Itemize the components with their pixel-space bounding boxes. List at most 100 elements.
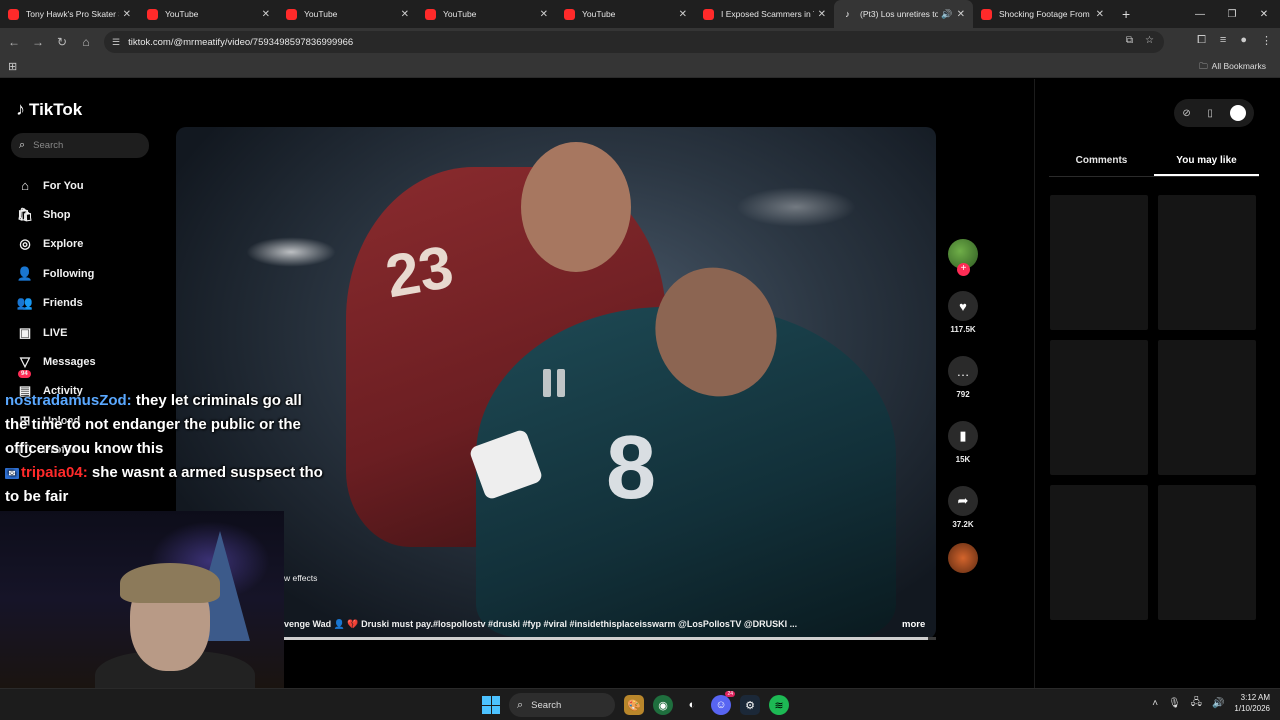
recommendation-tile[interactable] xyxy=(1158,195,1256,330)
sidebar-item-label: For You xyxy=(43,179,84,192)
caption-more-link[interactable]: more xyxy=(902,619,925,630)
chat-message: ✉ tripaia04: she wasnt a armed suspsect t… xyxy=(5,461,325,509)
tab-1[interactable]: Tony Hawk's Pro Skater 3 ✕ xyxy=(0,0,139,28)
url-text: tiktok.com/@mrmeatify/video/759349859783… xyxy=(128,36,354,48)
clock[interactable]: 3:12 AM 1/10/2026 xyxy=(1234,692,1270,714)
omnibox-actions: ⧉ ☆ xyxy=(1126,35,1154,46)
home-icon[interactable]: ⌂ xyxy=(74,35,98,49)
menu-icon[interactable]: ⋮ xyxy=(1261,34,1272,47)
chrome-icon[interactable]: ◉ xyxy=(653,695,673,715)
tab-5[interactable]: YouTube ✕ xyxy=(556,0,695,28)
close-tab-icon[interactable]: ✕ xyxy=(679,9,687,20)
tab-8[interactable]: Shocking Footage From I ✕ xyxy=(973,0,1112,28)
theme-toggle-icon[interactable] xyxy=(1229,105,1246,121)
bookmark-icon[interactable]: ▮ xyxy=(948,421,978,451)
close-tab-icon[interactable]: ✕ xyxy=(957,9,965,20)
chat-message: nostradamusZod: they let criminals go al… xyxy=(5,389,325,461)
network-icon[interactable]: 🖧 xyxy=(1191,695,1202,712)
obs-icon[interactable]: ◐ xyxy=(682,695,702,715)
media-icon[interactable]: ≡ xyxy=(1220,34,1226,47)
tab-you-may-like[interactable]: You may like xyxy=(1154,155,1259,176)
discord-icon[interactable]: ☺ 24 xyxy=(711,691,735,715)
recommendation-grid xyxy=(1050,195,1256,620)
tiktok-logo[interactable]: ♪ TikTok xyxy=(16,99,82,120)
recommendation-tile[interactable] xyxy=(1158,340,1256,475)
all-bookmarks-button[interactable]: 🗀 All Bookmarks xyxy=(1199,61,1270,75)
sidebar-item-label: LIVE xyxy=(43,326,68,339)
sidebar-item-explore[interactable]: ◎ Explore xyxy=(16,230,96,259)
activity-badge: 94 xyxy=(18,369,31,378)
discord-badge: 24 xyxy=(725,691,735,697)
taskbar-search[interactable]: ⌕ Search xyxy=(509,693,615,717)
tab-title: YouTube xyxy=(582,9,616,19)
taskbar-search-label: Search xyxy=(531,699,562,711)
sidebar-item-shop[interactable]: 🛍 Shop xyxy=(16,200,96,229)
recommendation-tile[interactable] xyxy=(1050,340,1148,475)
recommendation-tile[interactable] xyxy=(1158,485,1256,620)
creator-avatar[interactable]: + xyxy=(948,239,978,276)
tab-4[interactable]: YouTube ✕ xyxy=(417,0,556,28)
extensions-icon[interactable]: ⧠ xyxy=(1197,34,1206,47)
sidebar-item-label: Messages xyxy=(43,356,96,369)
compass-icon: ◎ xyxy=(19,236,31,252)
reload-icon[interactable]: ↻ xyxy=(50,35,74,49)
close-tab-icon[interactable]: ✕ xyxy=(540,9,548,20)
close-tab-icon[interactable]: ✕ xyxy=(818,9,826,20)
comment-action[interactable]: … 792 xyxy=(946,356,980,399)
windows-start-icon[interactable] xyxy=(482,696,500,714)
close-tab-icon[interactable]: ✕ xyxy=(1096,9,1104,20)
sidebar-item-live[interactable]: ▣ LIVE xyxy=(16,318,96,347)
comment-icon[interactable]: … xyxy=(948,356,978,386)
heart-icon[interactable]: ♥ xyxy=(948,291,978,321)
friends-icon: 👥 xyxy=(16,295,34,311)
sidebar-item-for-you[interactable]: ⌂ For You xyxy=(16,171,96,200)
recommendation-tile[interactable] xyxy=(1050,485,1148,620)
tab-title: YouTube xyxy=(304,9,338,19)
share-icon[interactable]: ➦ xyxy=(948,486,978,516)
widget-icon[interactable]: 🎨 xyxy=(624,695,644,715)
tab-title: Tony Hawk's Pro Skater 3 xyxy=(26,9,119,19)
cast-icon[interactable]: ⧉ xyxy=(1126,35,1133,46)
microphone-icon[interactable]: 🎙 xyxy=(1168,698,1181,709)
pause-icon[interactable] xyxy=(543,369,565,397)
site-info-icon[interactable]: ☰ xyxy=(112,37,120,48)
sidebar-item-following[interactable]: 👤 Following xyxy=(16,259,96,288)
back-icon[interactable]: ← xyxy=(2,35,26,49)
follow-plus-icon[interactable]: + xyxy=(957,263,970,276)
music-disc-icon[interactable] xyxy=(948,543,978,573)
like-action[interactable]: ♥ 117.5K xyxy=(946,291,980,334)
tab-comments[interactable]: Comments xyxy=(1049,155,1154,176)
new-tab-button[interactable]: + xyxy=(1122,6,1130,22)
close-tab-icon[interactable]: ✕ xyxy=(401,9,409,20)
forward-icon[interactable]: → xyxy=(26,35,50,49)
bookmark-star-icon[interactable]: ☆ xyxy=(1145,35,1154,46)
effects-label[interactable]: w effects xyxy=(284,573,317,583)
share-action[interactable]: ➦ 37.2K xyxy=(946,486,980,529)
tab-2[interactable]: YouTube ✕ xyxy=(139,0,278,28)
spotify-icon[interactable]: ≋ xyxy=(769,695,789,715)
url-bar[interactable]: ☰ tiktok.com/@mrmeatify/video/7593498597… xyxy=(104,31,1164,53)
tab-3[interactable]: YouTube ✕ xyxy=(278,0,417,28)
tab-7-active[interactable]: ♪ (Pt3) Los unretires to 🔊 ✕ xyxy=(834,0,973,28)
video-progress-bar[interactable] xyxy=(176,637,936,640)
tab-6[interactable]: I Exposed Scammers in To ✕ xyxy=(695,0,834,28)
chat-badge-icon: ✉ xyxy=(5,467,19,479)
minimize-icon[interactable]: — xyxy=(1184,9,1216,20)
apps-grid-icon[interactable]: ⊞ xyxy=(8,60,17,73)
close-window-icon[interactable]: ✕ xyxy=(1248,9,1280,20)
profile-avatar-icon[interactable]: ● xyxy=(1240,34,1247,47)
restore-icon[interactable]: ❐ xyxy=(1216,9,1248,20)
autoscroll-icon[interactable]: ⊘ xyxy=(1182,108,1190,119)
search-input[interactable]: ⌕ Search xyxy=(11,133,149,158)
volume-icon[interactable]: 🔊 xyxy=(1212,698,1224,709)
video-player[interactable]: 23 8 xyxy=(176,127,936,639)
close-tab-icon[interactable]: ✕ xyxy=(262,9,270,20)
device-icon[interactable]: ▯ xyxy=(1207,108,1213,119)
steam-icon[interactable]: ⚙ xyxy=(740,695,760,715)
chevron-up-icon[interactable]: ˄ xyxy=(1152,698,1158,709)
recommendation-tile[interactable] xyxy=(1050,195,1148,330)
save-action[interactable]: ▮ 15K xyxy=(946,421,980,464)
close-tab-icon[interactable]: ✕ xyxy=(123,9,131,20)
speaker-icon[interactable]: 🔊 xyxy=(941,9,952,20)
sidebar-item-friends[interactable]: 👥 Friends xyxy=(16,289,96,318)
